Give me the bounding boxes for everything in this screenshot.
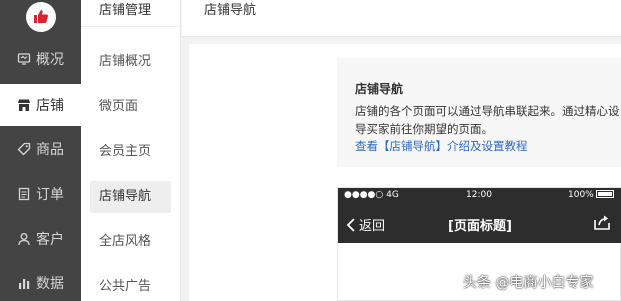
sidebar-item-data[interactable]: 数据 xyxy=(0,262,81,301)
sidebar-item-label: 数据 xyxy=(36,276,64,292)
submenu-item-store-overview[interactable]: 店铺概况 xyxy=(90,46,171,78)
share-icon[interactable] xyxy=(593,214,611,230)
watermark: 头条 @电商小白专家 xyxy=(463,275,594,291)
submenu-item-store-nav[interactable]: 店铺导航 xyxy=(90,181,171,213)
back-button[interactable]: 返回 xyxy=(346,215,385,234)
sidebar-item-orders[interactable]: 订单 xyxy=(0,173,81,215)
phone-status-bar: ●●●●○ 4G 12:00 100% xyxy=(338,188,621,203)
submenu-title: 店铺管理 xyxy=(81,0,181,27)
sidebar-item-customers[interactable]: 客户 xyxy=(0,218,81,260)
sidebar-item-store[interactable]: 店铺 xyxy=(0,84,81,126)
main-content: 店铺导航 店铺的各个页面可以通过导航串联起来。通过精心设 导买家前往你期望的页面… xyxy=(189,44,621,301)
submenu-item-member-home[interactable]: 会员主页 xyxy=(90,136,171,168)
phone-page-title: [页面标题] xyxy=(448,219,512,234)
sidebar-item-label: 概况 xyxy=(36,52,64,68)
sidebar-item-label: 订单 xyxy=(36,187,64,203)
store-icon xyxy=(18,99,30,111)
status-time: 12:00 xyxy=(466,190,492,200)
info-desc-line: 导买家前往你期望的页面。 xyxy=(355,122,493,136)
secondary-menu: 店铺管理 店铺概况 微页面 会员主页 店铺导航 全店风格 公共广告 xyxy=(81,0,181,301)
bar-chart-icon xyxy=(19,279,30,289)
top-header: 店铺导航 xyxy=(182,0,621,37)
submenu-item-micro-page[interactable]: 微页面 xyxy=(90,91,171,123)
page-title: 店铺导航 xyxy=(204,3,257,18)
info-desc-line: 店铺的各个页面可以通过导航串联起来。通过精心设 xyxy=(355,104,620,118)
info-title: 店铺导航 xyxy=(355,82,404,96)
sidebar-item-label: 客户 xyxy=(36,232,64,248)
sidebar-item-goods[interactable]: 商品 xyxy=(0,128,81,170)
sidebar-item-overview[interactable]: 概况 xyxy=(0,38,81,80)
order-icon xyxy=(18,187,30,201)
logo[interactable] xyxy=(26,2,56,32)
chevron-left-icon xyxy=(346,217,355,232)
user-icon xyxy=(18,233,30,246)
battery-status: 100% xyxy=(568,190,614,200)
battery-icon xyxy=(595,190,614,198)
phone-nav-bar: 返回 [页面标题] xyxy=(338,203,621,243)
sidebar-item-label: 商品 xyxy=(36,142,64,158)
info-description: 店铺的各个页面可以通过导航串联起来。通过精心设 导买家前往你期望的页面。 xyxy=(355,102,621,138)
main-sidebar: 概况 店铺 商品 订单 客户 数据 xyxy=(0,0,81,301)
info-panel: 店铺导航 店铺的各个页面可以通过导航串联起来。通过精心设 导买家前往你期望的页面… xyxy=(337,58,621,167)
tutorial-link[interactable]: 查看【店铺导航】介绍及设置教程 xyxy=(355,138,528,154)
sidebar-item-label: 店铺 xyxy=(36,98,64,114)
back-label: 返回 xyxy=(359,219,386,234)
signal-indicator: ●●●●○ 4G xyxy=(344,190,399,200)
submenu-item-store-style[interactable]: 全店风格 xyxy=(90,226,171,258)
dashboard-icon xyxy=(17,53,31,65)
submenu-item-public-ads[interactable]: 公共广告 xyxy=(90,271,171,301)
thumbs-up-icon xyxy=(34,10,48,23)
tag-icon xyxy=(17,142,31,156)
battery-percent: 100% xyxy=(568,190,594,200)
